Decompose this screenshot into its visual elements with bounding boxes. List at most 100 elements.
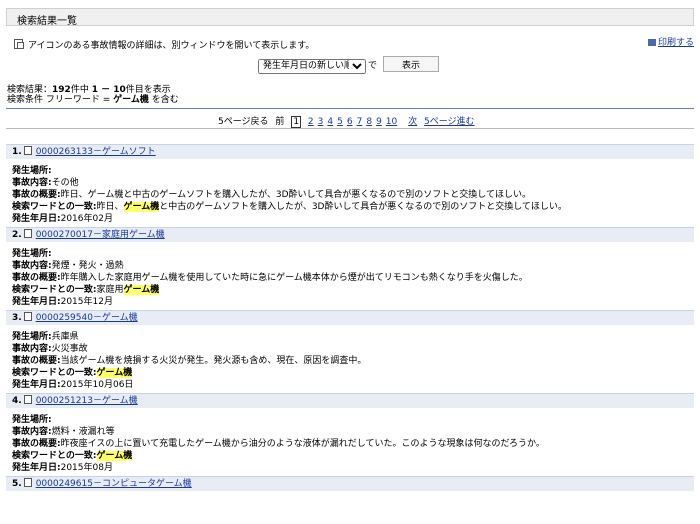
condition-suffix: を含む [148, 95, 179, 105]
summary-row: 事故の概要:当該ゲーム機を焼損する火災が発生。発火源も含め、現在、原因を調査中。 [12, 355, 694, 367]
forward-5-pages[interactable]: 5ページ進む [424, 117, 475, 127]
field-label: 事故の概要: [12, 273, 61, 283]
field-label: 発生年月日: [12, 463, 61, 473]
place-row: 発生場所:兵庫県 [12, 331, 694, 343]
result-count-line: 検索結果：192件中 1 － 10件目を表示 [7, 85, 179, 95]
window-icon [23, 478, 32, 487]
window-icon [14, 39, 24, 49]
field-label: 事故の概要: [12, 190, 61, 200]
date-row: 発生年月日:2016年02月 [12, 213, 694, 225]
field-value: 当該ゲーム機を焼損する火災が発生。発火源も含め、現在、原因を調査中。 [60, 356, 367, 366]
page-link[interactable]: 10 [386, 117, 397, 127]
field-label: 発生年月日: [12, 214, 61, 224]
field-label: 事故内容: [12, 178, 52, 188]
sort-suffix: で [368, 61, 378, 71]
match-highlight: ゲーム機 [96, 368, 133, 378]
content-row: 事故内容:その他 [12, 177, 694, 189]
next-link[interactable]: 次 [408, 117, 417, 127]
result-item: 3. 0000259540－ゲーム機発生場所:兵庫県 事故内容:火災事故 事故の概要:… [6, 310, 694, 393]
result-number: 1. [12, 147, 22, 157]
date-row: 発生年月日:2015年08月 [12, 462, 694, 474]
sort-select[interactable]: 発生年月日の新しい順 [258, 58, 366, 74]
field-label: 発生場所: [12, 415, 52, 425]
match-highlight: ゲーム機 [96, 451, 133, 461]
content-row: 事故内容:燃料・液漏れ等 [12, 426, 694, 438]
page-link[interactable]: 7 [357, 117, 363, 127]
field-label: 発生場所: [12, 249, 52, 259]
condition-prefix: 検索条件 フリーワード = [7, 95, 114, 105]
window-icon [23, 312, 32, 321]
field-value: 2015年10月06日 [60, 380, 134, 390]
divider [6, 108, 694, 109]
page-link[interactable]: 2 [308, 117, 314, 127]
page-link[interactable]: 8 [366, 117, 372, 127]
result-link[interactable]: 0000263133－ゲームソフト [36, 147, 156, 157]
place-row: 発生場所: [12, 414, 694, 426]
content-row: 事故内容:火災事故 [12, 343, 694, 355]
window-icon [23, 395, 32, 404]
result-body: 発生場所: 事故内容:その他 事故の概要:昨日、ゲーム機と中古のゲームソフトを購入し… [6, 159, 694, 227]
window-icon [23, 229, 32, 238]
page-title-bar: 検索結果一覧 [6, 8, 694, 27]
field-label: 事故の概要: [12, 356, 61, 366]
result-item: 2. 0000270017－家庭用ゲーム機発生場所: 事故内容:発煙・発火・過熱 事故… [6, 227, 694, 310]
result-number: 3. [12, 313, 22, 323]
match-row: 検索ワードとの一致:ゲーム機 [12, 367, 694, 379]
field-value: 昨年購入した家庭用ゲーム機を使用していた時に急にゲーム機本体から煙が出てリモコン… [60, 273, 528, 283]
result-header: 2. 0000270017－家庭用ゲーム機 [6, 227, 694, 242]
page-link[interactable]: 3 [318, 117, 324, 127]
count-suffix: 件目を表示 [125, 85, 171, 95]
info-line: アイコンのある事故情報の詳細は、別ウィンドウを開いて表示します。 [14, 38, 314, 51]
page-link[interactable]: 6 [347, 117, 353, 127]
field-value: その他 [51, 178, 79, 188]
result-item: 1. 0000263133－ゲームソフト 発生場所: 事故内容:その他 事故の概要:昨日… [6, 144, 694, 227]
divider [6, 128, 694, 129]
pagination: 5ページ戻る 前 1 2 3 4 5 6 7 8 9 10 次 5ページ進む [218, 114, 479, 128]
result-item: 5. 0000249615－コンピュータゲーム機 [6, 476, 694, 491]
field-label: 事故内容: [12, 261, 52, 271]
page-link[interactable]: 5 [337, 117, 343, 127]
condition-line: 検索条件 フリーワード = ゲーム機 を含む [7, 95, 179, 105]
field-label: 検索ワードとの一致: [12, 285, 97, 295]
field-label: 発生年月日: [12, 380, 61, 390]
field-label: 事故内容: [12, 427, 52, 437]
field-label: 発生場所: [12, 166, 52, 176]
result-link[interactable]: 0000270017－家庭用ゲーム機 [36, 230, 165, 240]
result-body: 発生場所:兵庫県 事故内容:火災事故 事故の概要:当該ゲーム機を焼損する火災が発生。… [6, 325, 694, 393]
match-row: 検索ワードとの一致:家庭用ゲーム機 [12, 284, 694, 296]
place-row: 発生場所: [12, 165, 694, 177]
result-link[interactable]: 0000249615－コンピュータゲーム機 [36, 479, 192, 489]
page-link[interactable]: 9 [376, 117, 382, 127]
current-page: 1 [291, 116, 302, 128]
page-link[interactable]: 4 [327, 117, 333, 127]
result-link[interactable]: 0000259540－ゲーム機 [36, 313, 138, 323]
count-prefix: 検索結果： [7, 85, 53, 95]
display-button[interactable]: 表示 [383, 56, 440, 72]
field-value: 燃料・液漏れ等 [51, 427, 115, 437]
date-row: 発生年月日:2015年10月06日 [12, 379, 694, 391]
field-value: 火災事故 [51, 344, 88, 354]
field-value: 2015年08月 [60, 463, 113, 473]
result-item: 4. 0000251213－ゲーム機 発生場所: 事故内容:燃料・液漏れ等 事故の概要:… [6, 393, 694, 476]
match-before: 家庭用 [96, 285, 124, 295]
field-label: 検索ワードとの一致: [12, 451, 97, 461]
result-header: 4. 0000251213－ゲーム機 [6, 393, 694, 408]
result-body: 発生場所: 事故内容:燃料・液漏れ等 事故の概要:昨夜座イスの上に置いて充電したゲー… [6, 408, 694, 476]
field-value: 兵庫県 [51, 332, 79, 342]
prev-label: 前 [275, 117, 285, 127]
result-link[interactable]: 0000251213－ゲーム機 [36, 396, 138, 406]
results-list: 1. 0000263133－ゲームソフト 発生場所: 事故内容:その他 事故の概要:昨日… [6, 144, 694, 491]
print-label[interactable]: 印刷する [658, 38, 694, 48]
count-mid: 件中 [70, 85, 92, 95]
field-value: 2016年02月 [60, 214, 113, 224]
match-highlight: ゲーム機 [123, 285, 160, 295]
place-row: 発生場所: [12, 248, 694, 260]
content-row: 事故内容:発煙・発火・過熱 [12, 260, 694, 272]
info-text: アイコンのある事故情報の詳細は、別ウィンドウを開いて表示します。 [28, 41, 315, 51]
total-count: 192 [52, 85, 71, 95]
field-value: 昨日、ゲーム機と中古のゲームソフトを購入したが、3D酔いして具合が悪くなるので別… [60, 190, 532, 200]
print-link[interactable]: 印刷する [647, 35, 694, 48]
field-label: 検索ワードとの一致: [12, 202, 97, 212]
page-title: 検索結果一覧 [17, 16, 77, 27]
back-5-pages: 5ページ戻る [218, 117, 269, 127]
